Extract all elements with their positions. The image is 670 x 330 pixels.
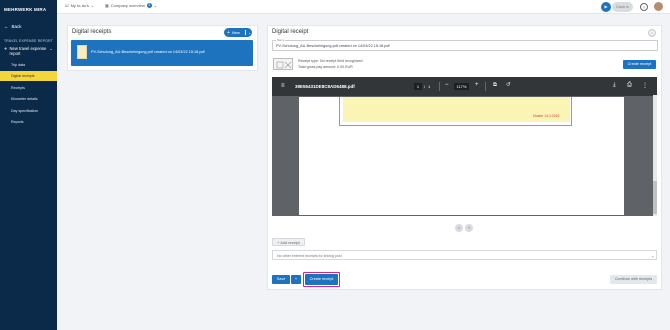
new-button[interactable]: + New ⌄ — [224, 28, 252, 37]
fit-page-icon[interactable]: ⧉ — [493, 82, 497, 89]
section-title: TRAVEL EXPENSE REPORT — [4, 39, 53, 43]
chevron-down-icon: ⌄ — [49, 46, 54, 51]
sidebar-group-travel-report[interactable]: ✈ New travel expense report ⌄ — [4, 46, 56, 56]
download-icon[interactable]: ⤓ — [613, 82, 616, 89]
total-gross-text: Total gross pay amount: 0,00 EUR — [298, 65, 353, 69]
toolbar-divider — [485, 82, 486, 91]
yellow-stamp-area: Muster 14.3.2018 — [343, 97, 570, 122]
zoom-out-icon[interactable]: − — [445, 82, 449, 88]
pdf-page: Muster 14.3.2018 — [299, 97, 624, 215]
linked-receipts-dropdown[interactable]: No other entered receipts for linking po… — [272, 250, 657, 260]
company-count-badge: 3 — [146, 3, 152, 8]
rotate-icon[interactable]: ↺ — [506, 82, 511, 88]
scan-icon — [273, 58, 293, 70]
my-todos-label: My to-do's — [70, 3, 89, 8]
zoom-level[interactable]: 117% — [454, 83, 469, 90]
company-overview-label: Company overview — [110, 3, 145, 8]
create-receipt-button-bottom[interactable]: Create receipt — [305, 274, 338, 285]
my-todos-menu[interactable]: ☑ My to-do's ⌄ — [65, 3, 94, 8]
pdf-toolbar: ≡ 39E55431DE8C8AD6488.pdf 1 / 1 − 117% +… — [272, 77, 657, 96]
linked-receipts-placeholder: No other entered receipts for linking po… — [277, 254, 342, 258]
chevron-down-icon: ⌄ — [244, 30, 251, 35]
chevron-up-icon[interactable]: ˄ — [455, 224, 463, 232]
receipt-thumbnail — [77, 45, 87, 59]
zoom-in-icon[interactable]: + — [475, 82, 479, 88]
back-label: Back — [11, 24, 22, 29]
sidebar-item-day-specification[interactable]: Day specification — [0, 106, 57, 116]
stamp-text: Muster 14.3.2018 — [533, 114, 560, 118]
page-number-input[interactable]: 1 — [414, 83, 422, 90]
create-receipt-button-top[interactable]: Create receipt — [623, 60, 656, 69]
arrow-left-icon: ← — [4, 24, 9, 29]
sidebar-item-kilometer-details[interactable]: Kilometer details — [0, 94, 57, 104]
chevron-down-icon: ⌄ — [90, 3, 95, 8]
sidebar-group-label: New travel expense report — [9, 46, 47, 56]
continue-with-receipts-button[interactable]: Continue with receipts — [610, 275, 657, 284]
sidebar: MEHRWERK MIRA ← Back TRAVEL EXPENSE REPO… — [0, 0, 57, 330]
pdf-scrollbar-thumb[interactable] — [653, 181, 657, 214]
page-total: 1 — [428, 84, 431, 89]
name-field[interactable]: PV-Schulung_AU-Bescheinigung.pdf created… — [272, 40, 658, 51]
new-button-label: New — [231, 30, 240, 35]
company-overview-menu[interactable]: ▦ Company overview 3 ⌄ — [105, 3, 157, 8]
name-field-label: Name — [276, 38, 286, 42]
sidebar-item-receipts[interactable]: Receipts — [0, 83, 57, 93]
chevron-down-icon[interactable]: ˅ — [465, 224, 473, 232]
checklist-icon: ☑ — [65, 3, 69, 8]
play-icon[interactable]: ▶ — [601, 2, 611, 12]
chevron-down-icon: ⌄ — [651, 253, 655, 258]
save-button[interactable]: Save — [272, 275, 290, 284]
receipt-type-text: Receipt type: No receipt field recognize… — [298, 59, 363, 63]
toolbar-divider — [439, 82, 440, 91]
chevron-up-icon[interactable]: ˄ — [291, 275, 301, 284]
menu-icon[interactable]: ≡ — [281, 83, 285, 89]
print-icon[interactable]: ⎙ — [627, 82, 632, 89]
plane-icon: ✈ — [4, 46, 8, 51]
document-form-box: Muster 14.3.2018 — [339, 97, 572, 126]
sidebar-item-digital-receipts[interactable]: Digital receipts — [0, 71, 57, 81]
receipt-item-label: PV-Schulung_AU-Bescheinigung.pdf created… — [91, 50, 205, 54]
building-icon: ▦ — [105, 3, 109, 8]
help-icon[interactable]: ? — [640, 3, 648, 11]
clock-in-button[interactable]: Clock in — [612, 2, 633, 12]
page-separator: / — [424, 84, 426, 89]
avatar[interactable] — [654, 2, 663, 11]
sidebar-item-trip-data[interactable]: Trip data — [0, 60, 57, 70]
name-field-value: PV-Schulung_AU-Bescheinigung.pdf created… — [276, 44, 390, 48]
add-receipt-button[interactable]: + Add receipt — [272, 238, 305, 246]
more-icon[interactable]: ⋮ — [642, 82, 648, 89]
back-button[interactable]: ← Back — [4, 24, 22, 29]
right-panel-title: Digital receipt — [272, 29, 309, 35]
plus-icon: + — [227, 29, 230, 36]
app-logo: MEHRWERK MIRA — [4, 7, 47, 12]
receipt-list-item[interactable]: PV-Schulung_AU-Bescheinigung.pdf created… — [71, 40, 253, 66]
pdf-viewer[interactable]: ≡ 39E55431DE8C8AD6488.pdf 1 / 1 − 117% +… — [272, 77, 657, 216]
pdf-filename: 39E55431DE8C8AD6488.pdf — [295, 84, 355, 89]
sidebar-item-reports[interactable]: Reports — [0, 117, 57, 127]
chevron-down-icon: ⌄ — [153, 3, 158, 8]
more-options-icon[interactable]: ⋮ — [648, 29, 656, 37]
left-panel-title: Digital receipts — [72, 29, 112, 35]
